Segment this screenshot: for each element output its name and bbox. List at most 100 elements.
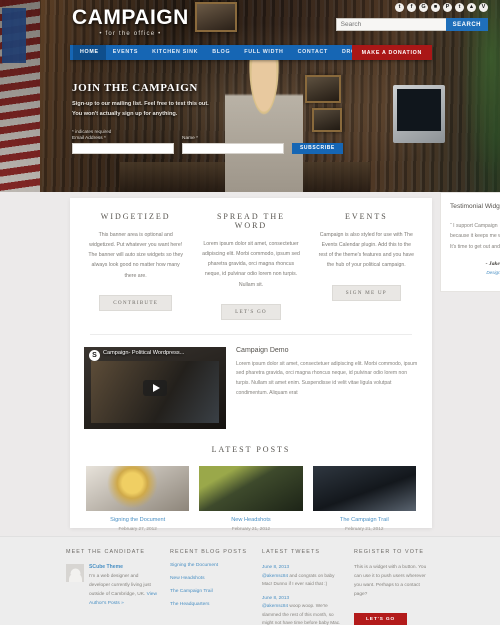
tweet-mention[interactable]: @akemsc84 [262,603,288,608]
feature-title: EVENTS [344,212,388,221]
footer-column-title: RECENT BLOG POSTS [170,549,248,555]
footer-column-title: LATEST TWEETS [262,549,321,555]
flickr-icon[interactable]: ■ [431,3,440,12]
tweet-text: @akemsc84 woop woop. We're slammed the r… [262,602,342,625]
list-item[interactable]: Signing the Document [170,563,250,569]
feature-title: SPREAD THE WORD [216,212,286,230]
post-date: February 21, 2012 [345,525,384,531]
nav-item-blog[interactable]: BLOG [205,45,237,60]
tweet-text: @akemsc84 and congrats on baby Mac! Dunn… [262,572,342,588]
feature-events: EVENTS Campaign is also styled for use w… [309,212,424,320]
sign-me-up-button[interactable]: SIGN ME UP [331,284,401,301]
join-subtitle-line2: You won't actually sign up for anything. [72,110,178,117]
register-lets-go-button[interactable]: LET'S GO [354,613,408,625]
demo-title: Campaign Demo [236,346,289,354]
feature-title: WIDGETIZED [100,212,171,221]
site-footer: MEET THE CANDIDATE SCube Theme I'm a web… [0,536,500,625]
campaign-homepage: CAMPAIGN • for the office • t f G ■ P t … [0,0,500,625]
join-title: JOIN THE CAMPAIGN [72,82,198,94]
email-label: Email Address * [72,135,106,141]
recent-posts-list: Signing the Document New Headshots The C… [170,563,250,608]
latest-posts-list: Signing the Document February 27, 2012 N… [70,465,432,531]
post-thumbnail [199,465,303,511]
make-a-donation-button[interactable]: MAKE A DONATION [351,45,432,60]
author-bio-text: I'm a web designer and developer current… [89,573,158,608]
content-sheet: WIDGETIZED This banner area is optional … [70,192,500,531]
testimonial-title: Testimonial Widget [450,203,500,210]
tweet-item: June 8, 2013 @akemsc84 woop woop. We're … [262,595,342,625]
name-label: Name * [182,135,198,141]
post-date: February 21, 2012 [231,525,271,531]
feature-body: Campaign is also styled for use with The… [318,232,414,269]
latest-posts-heading: LATEST POSTS [211,444,291,454]
footer-column-title: MEET THE CANDIDATE [66,549,146,555]
search-input[interactable] [335,18,446,31]
testimonial-source-link[interactable]: Design Crumbs [450,270,500,275]
rss-icon[interactable]: ▲ [467,3,476,12]
feature-body: This banner area is optional and widgeti… [88,232,183,279]
join-subtitle-line1: Sign-up to our mailing list. Feel free t… [72,101,209,107]
tweet-date[interactable]: June 8, 2013 [262,595,342,600]
footer-meet-the-candidate: MEET THE CANDIDATE SCube Theme I'm a web… [66,549,158,625]
author-name[interactable]: SCube Theme [89,564,158,570]
required-note: * indicates required [72,128,112,134]
tweet-mention[interactable]: @akemsc84 [262,573,288,578]
demo-body: Lorem ipsum dolor sit amet, consectetuer… [236,360,418,396]
contribute-button[interactable]: CONTRIBUTE [99,294,173,311]
google-plus-icon[interactable]: G [419,3,428,12]
demo-video-player[interactable]: S Campaign- Political Wordpress... [84,346,226,429]
play-icon[interactable] [143,379,167,396]
video-channel-icon: S [89,349,100,361]
nav-item-kitchen-sink[interactable]: KITCHEN SINK [145,45,205,60]
subscribe-button[interactable]: SUBSCRIBE [292,142,343,154]
feature-widgetized: WIDGETIZED This banner area is optional … [78,212,193,320]
post-card[interactable]: New Headshots February 21, 2012 [199,465,303,531]
feature-spread-the-word: SPREAD THE WORD Lorem ipsum dolor sit am… [193,212,308,320]
search-button[interactable]: SEARCH [445,18,488,31]
main-navigation: HOME EVENTS KITCHEN SINK BLOG FULL WIDTH… [70,45,432,60]
post-card[interactable]: Signing the Document February 27, 2012 [86,465,190,531]
join-fields: Email Address * Name * SUBSCRIBE [72,136,343,154]
site-logo[interactable]: CAMPAIGN • for the office • [72,6,189,37]
register-text: This is a widget with a button. You can … [354,565,427,597]
nav-item-events[interactable]: EVENTS [106,45,145,60]
tweet-date[interactable]: June 8, 2013 [262,564,342,569]
logo-title: CAMPAIGN [72,6,189,29]
testimonial-author: - Jake Caputo [485,261,500,268]
vimeo-icon[interactable]: V [479,3,488,12]
post-title[interactable]: The Campaign Trail [313,517,416,523]
bio-copy: I'm a web designer and developer current… [89,574,151,597]
email-input[interactable] [72,142,174,154]
list-item[interactable]: New Headshots [170,576,250,582]
footer-recent-blog-posts: RECENT BLOG POSTS Signing the Document N… [170,549,250,625]
demo-section: S Campaign- Political Wordpress... Campa… [70,192,500,429]
footer-latest-tweets: LATEST TWEETS June 8, 2013 @akemsc84 and… [262,549,342,625]
feature-body: Lorem ipsum dolor sit amet, consectetuer… [202,241,300,288]
author-bio: SCube Theme I'm a web designer and devel… [66,564,158,608]
nav-item-home[interactable]: HOME [73,45,106,60]
email-fieldset: Email Address * [72,136,174,154]
tumblr-icon[interactable]: t [455,3,464,12]
footer-register-to-vote: REGISTER TO VOTE This is a widget with a… [354,549,434,625]
nav-item-full-width[interactable]: FULL WIDTH [237,45,290,60]
nav-item-list: HOME EVENTS KITCHEN SINK BLOG FULL WIDTH… [70,45,394,60]
list-item[interactable]: The Headquarters [170,602,250,608]
lets-go-button[interactable]: LET'S GO [221,303,281,320]
name-input[interactable] [182,142,284,154]
nav-item-contact[interactable]: CONTACT [291,45,335,60]
avatar [66,564,84,582]
post-card[interactable]: The Campaign Trail February 21, 2012 [312,465,416,531]
footer-columns: MEET THE CANDIDATE SCube Theme I'm a web… [0,537,500,625]
join-campaign-form: JOIN THE CAMPAIGN Sign-up to our mailing… [72,82,343,154]
video-title: Campaign- Political Wordpress... [103,349,185,356]
post-title[interactable]: Signing the Document [86,517,189,523]
facebook-icon[interactable]: f [407,3,416,12]
social-links: t f G ■ P t ▲ V [395,3,488,12]
name-fieldset: Name * [182,136,284,154]
post-title[interactable]: New Headshots [199,517,302,523]
search-bar: SEARCH [335,18,488,31]
logo-tagline: • for the office • [99,31,162,37]
twitter-icon[interactable]: t [395,3,404,12]
list-item[interactable]: The Campaign Trail [170,589,250,595]
pinterest-icon[interactable]: P [443,3,452,12]
